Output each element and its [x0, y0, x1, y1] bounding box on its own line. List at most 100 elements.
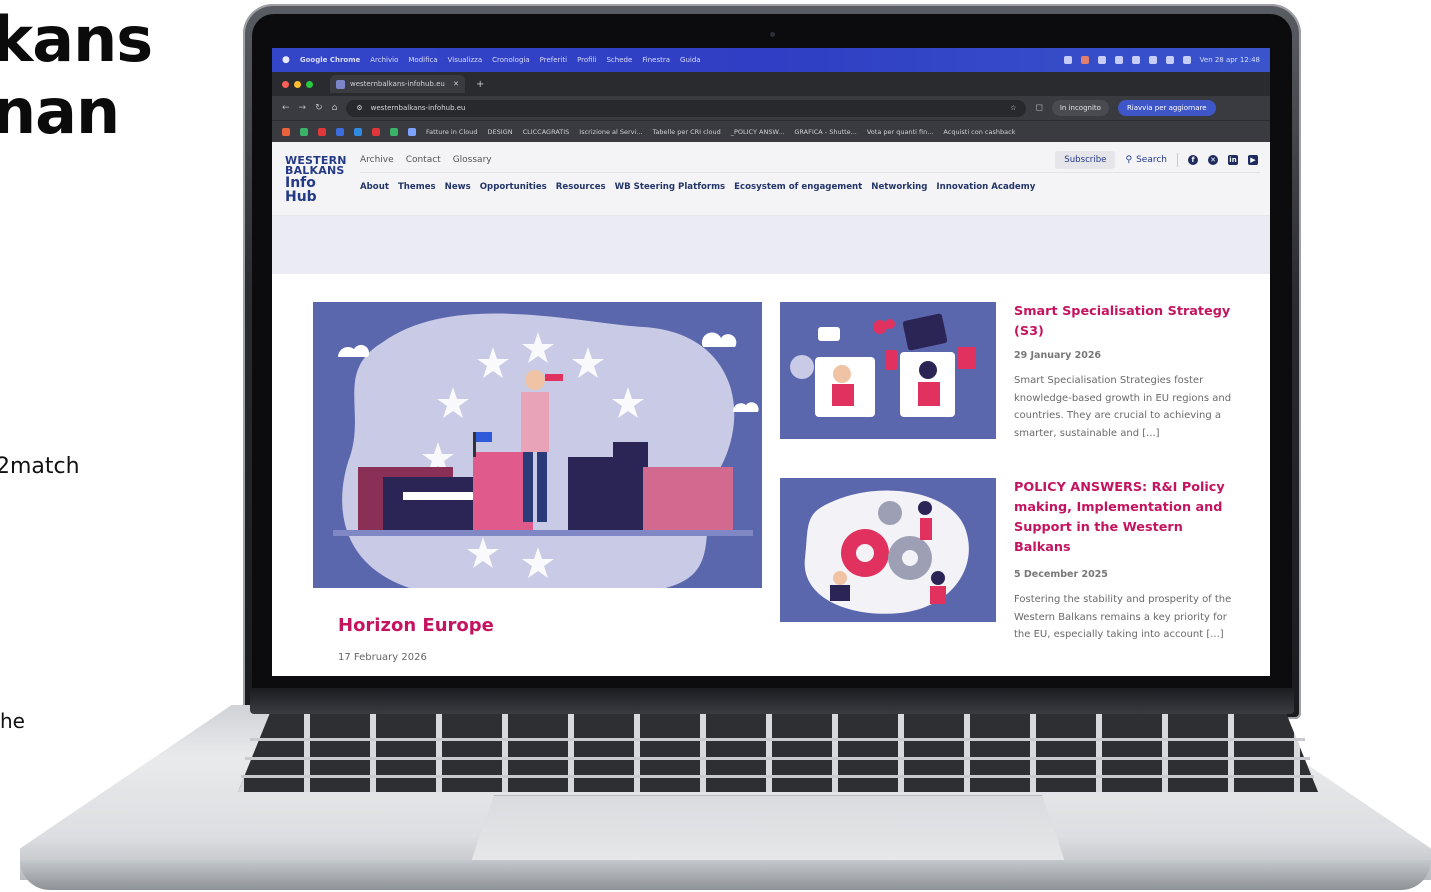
apple-icon[interactable]: ● [282, 55, 290, 65]
menubar-clock[interactable]: Ven 28 apr 12:48 [1200, 56, 1260, 64]
extensions-icon[interactable]: ◻ [1035, 103, 1042, 113]
status-icon[interactable] [1131, 56, 1140, 64]
bookmark-item[interactable]: GRAFICA - Shutte... [794, 128, 857, 136]
bookmark-icon[interactable] [354, 127, 362, 136]
menubar-item[interactable]: Profili [577, 56, 596, 64]
bookmark-icon[interactable] [390, 127, 398, 136]
window-minimize-icon[interactable] [294, 80, 301, 88]
menubar-app-name[interactable]: Google Chrome [300, 56, 360, 64]
slide-title-line2: nan [0, 75, 120, 148]
presentation-slide: kans nan 2match he ● Google Chrome Archi… [0, 0, 1431, 892]
laptop-screen: ● Google Chrome Archivio Modifica Visual… [272, 48, 1270, 676]
bookmark-item[interactable]: Tabelle per CRI cloud [653, 128, 721, 136]
forward-icon[interactable]: → [299, 103, 307, 113]
reload-icon[interactable]: ↻ [315, 103, 323, 113]
bookmark-item[interactable]: _POLICY ANSW... [731, 128, 785, 136]
window-close-icon[interactable] [282, 80, 289, 88]
bookmark-item[interactable]: DESIGN [488, 128, 513, 136]
site-logo[interactable]: WESTERN BALKANS Info Hub [285, 155, 347, 204]
menubar-item[interactable]: Preferiti [540, 56, 567, 64]
browser-toolbar: ← → ↻ ⌂ ⚙ westernbalkans-infohub.eu ☆ ◻ … [272, 96, 1270, 120]
menubar-item[interactable]: Visualizza [448, 56, 482, 64]
bookmark-item[interactable]: Iscrizione al Servi... [579, 128, 642, 136]
linkedin-icon[interactable]: in [1228, 155, 1238, 165]
menubar-item[interactable]: Cronologia [492, 56, 530, 64]
card-title[interactable]: POLICY ANSWERS: R&I Policy making, Imple… [1014, 478, 1236, 558]
nav-item-about[interactable]: About [360, 182, 389, 192]
bookmark-item[interactable]: Acquisti con cashback [943, 128, 1015, 136]
card-date: 29 January 2026 [1014, 350, 1102, 361]
new-tab-icon[interactable]: + [476, 79, 484, 90]
nav-item-opportunities[interactable]: Opportunities [480, 182, 547, 192]
status-icon[interactable] [1114, 56, 1123, 64]
top-nav-glossary[interactable]: Glossary [453, 155, 492, 165]
menubar-item[interactable]: Schede [606, 56, 632, 64]
window-zoom-icon[interactable] [306, 80, 313, 88]
top-nav: Archive Contact Glossary [360, 155, 492, 165]
favicon-icon [336, 79, 345, 89]
slide-title: kans nan [0, 3, 153, 148]
menubar-item[interactable]: Finestra [642, 56, 670, 64]
slide-text-fragment: he [0, 709, 25, 733]
status-icon[interactable] [1063, 56, 1072, 64]
card-title[interactable]: Smart Specialisation Strategy (S3) [1014, 302, 1236, 342]
battery-icon[interactable] [1148, 56, 1157, 64]
menubar-item[interactable]: Guida [680, 56, 701, 64]
slide-title-line1: kans [0, 3, 153, 76]
bookmark-item[interactable]: CLICCAGRATIS [523, 128, 570, 136]
bookmark-icon[interactable] [372, 127, 380, 136]
s3-illustration[interactable] [780, 302, 996, 439]
policy-answers-illustration[interactable] [780, 478, 996, 622]
nav-item-resources[interactable]: Resources [556, 182, 606, 192]
nav-item-innovation-academy[interactable]: Innovation Academy [936, 182, 1035, 192]
incognito-badge[interactable]: In incognito [1051, 100, 1109, 116]
search-label: Search [1136, 155, 1167, 165]
macos-menubar: ● Google Chrome Archivio Modifica Visual… [272, 48, 1270, 72]
facebook-icon[interactable]: f [1188, 155, 1198, 165]
menubar-item[interactable]: Modifica [408, 56, 437, 64]
bookmark-icon[interactable] [318, 127, 326, 136]
header-tools: Subscribe ⚲ Search f ✕ in ▶ [1055, 151, 1258, 169]
main-nav: About Themes News Opportunities Resource… [360, 182, 1035, 192]
top-nav-contact[interactable]: Contact [406, 155, 441, 165]
laptop-base-edge [20, 860, 1431, 890]
bookmark-icon[interactable] [300, 127, 308, 136]
bookmark-item[interactable]: Fatture in Cloud [426, 128, 478, 136]
home-icon[interactable]: ⌂ [332, 103, 338, 113]
bookmark-icon[interactable] [282, 127, 290, 136]
site-info-icon[interactable]: ⚙ [356, 104, 362, 112]
browser-tab[interactable]: westernbalkans-infohub.eu ✕ [330, 75, 465, 93]
menubar-item[interactable]: Archivio [370, 56, 398, 64]
x-icon[interactable]: ✕ [1208, 155, 1218, 165]
status-icon[interactable] [1097, 56, 1106, 64]
close-tab-icon[interactable]: ✕ [453, 80, 459, 88]
back-icon[interactable]: ← [282, 103, 290, 113]
card-date: 5 December 2025 [1014, 569, 1108, 580]
address-bar[interactable]: ⚙ westernbalkans-infohub.eu ☆ [346, 99, 1027, 117]
key-row-divider [241, 775, 1314, 778]
subscribe-button[interactable]: Subscribe [1055, 151, 1116, 169]
status-icon[interactable] [1080, 56, 1089, 64]
main-article-title[interactable]: Horizon Europe [338, 615, 494, 636]
nav-item-themes[interactable]: Themes [398, 182, 436, 192]
spotlight-icon[interactable] [1182, 56, 1191, 64]
browser-tab-strip: westernbalkans-infohub.eu ✕ + [272, 72, 1270, 96]
top-nav-archive[interactable]: Archive [360, 155, 394, 165]
update-button[interactable]: Riavvia per aggiornare [1117, 100, 1216, 116]
search-button[interactable]: ⚲ Search [1125, 155, 1167, 165]
card-excerpt: Smart Specialisation Strategies foster k… [1014, 375, 1232, 439]
nav-item-ecosystem[interactable]: Ecosystem of engagement [734, 182, 862, 192]
wifi-icon[interactable] [1165, 56, 1174, 64]
key-row-divider [250, 738, 1305, 741]
bookmark-star-icon[interactable]: ☆ [1010, 104, 1016, 112]
nav-item-news[interactable]: News [445, 182, 471, 192]
horizon-europe-illustration[interactable] [313, 302, 762, 588]
key-row-divider [245, 757, 1310, 760]
bookmark-icon[interactable] [336, 127, 344, 136]
bookmark-icon[interactable] [408, 127, 416, 136]
laptop-trackpad [470, 795, 1066, 865]
youtube-icon[interactable]: ▶ [1248, 155, 1258, 165]
nav-item-wb-steering-platforms[interactable]: WB Steering Platforms [615, 182, 726, 192]
nav-item-networking[interactable]: Networking [871, 182, 927, 192]
bookmark-item[interactable]: Vota per quanti fin... [867, 128, 934, 136]
